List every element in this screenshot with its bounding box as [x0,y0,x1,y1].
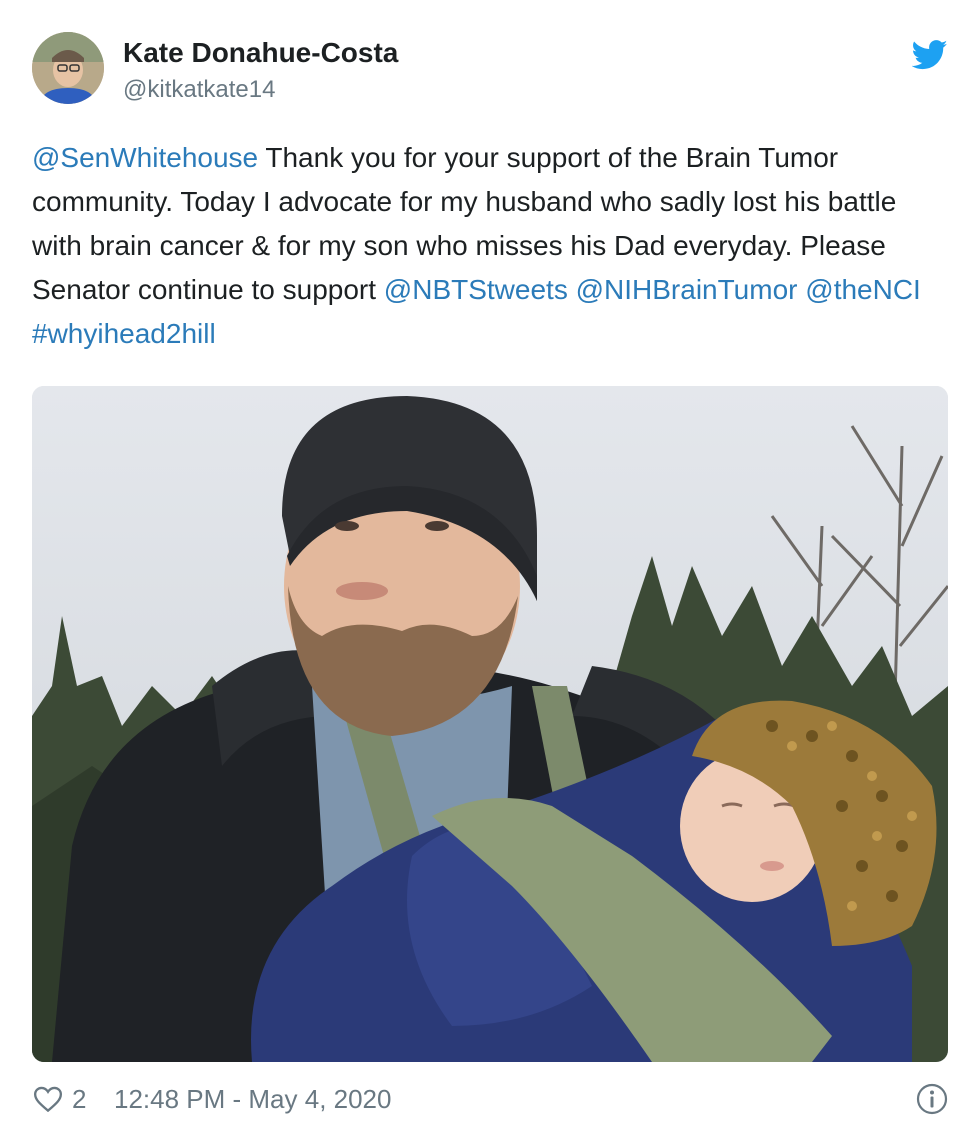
tweet-photo[interactable] [32,386,948,1062]
photo-father-and-sleeping-baby [32,386,948,1062]
hashtag-link[interactable]: #whyihead2hill [32,318,216,349]
tweet-header: Kate Donahue-Costa @kitkatkate14 [32,32,948,108]
avatar[interactable] [32,32,104,104]
mention-link[interactable]: @NIHBrainTumor [576,274,798,305]
tweet-text-segment [568,274,576,305]
info-icon[interactable] [916,1083,948,1115]
timestamp-link[interactable]: 12:48 PM - May 4, 2020 [114,1083,391,1115]
twitter-bird-icon[interactable] [912,40,948,70]
mention-link[interactable]: @SenWhitehouse [32,142,258,173]
mention-link[interactable]: @NBTStweets [384,274,568,305]
author-names[interactable]: Kate Donahue-Costa @kitkatkate14 [123,36,398,106]
mention-link[interactable]: @theNCI [805,274,921,305]
tweet-text: @SenWhitehouse Thank you for your suppor… [32,136,944,356]
heart-icon[interactable] [34,1086,62,1112]
user-handle: @kitkatkate14 [123,76,276,103]
like-count: 2 [72,1084,87,1114]
tweet-footer: 2 12:48 PM - May 4, 2020 [32,1078,948,1122]
avatar-image [32,32,104,104]
display-name: Kate Donahue-Costa [123,37,399,68]
